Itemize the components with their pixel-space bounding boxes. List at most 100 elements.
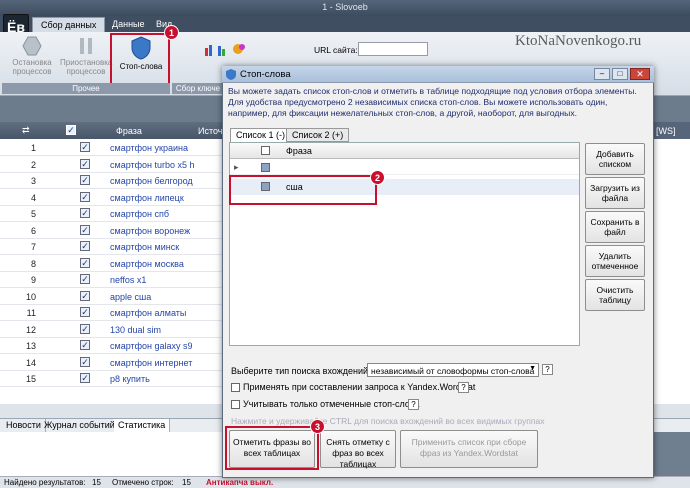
status-found-value: 15 — [92, 478, 101, 487]
step-badge-1: 1 — [164, 25, 179, 40]
apply-wordstat-checkbox[interactable] — [231, 383, 240, 392]
tab-event-log[interactable]: Журнал событий — [40, 419, 120, 432]
row-phrase[interactable]: смартфон спб — [110, 209, 169, 219]
table-row[interactable]: 11 ✓ смартфон алматы — [0, 305, 228, 321]
header-source[interactable]: Источ — [198, 126, 223, 136]
status-marked-value: 15 — [182, 478, 191, 487]
unmark-all-button[interactable]: Снять отметку с фраз во всех таблицах — [320, 430, 396, 469]
row-checkbox[interactable]: ✓ — [80, 373, 90, 383]
status-marked-label: Отмечено строк: — [112, 478, 174, 487]
table-row[interactable]: 4 ✓ смартфон липецк — [0, 190, 228, 206]
help-icon[interactable]: ? — [408, 399, 419, 410]
row-checkbox[interactable]: ✓ — [80, 307, 90, 317]
table-row[interactable]: 6 ✓ смартфон воронеж — [0, 223, 228, 239]
search-type-value: независимый от словоформы стоп-слова — [371, 366, 535, 376]
only-marked-label[interactable]: Учитывать только отмеченные стоп-слова — [243, 399, 420, 409]
new-row-checkbox[interactable] — [261, 163, 270, 172]
tab-dannye[interactable]: Данные — [104, 17, 153, 32]
row-checkbox[interactable]: ✓ — [80, 191, 90, 202]
table-row[interactable]: 8 ✓ смартфон москва — [0, 256, 228, 272]
step-badge-3: 3 — [310, 419, 325, 434]
grid-header: ⇄ ✓ Фраза Источ — [0, 122, 228, 139]
row-checkbox[interactable]: ✓ — [80, 241, 90, 251]
row-checkbox[interactable]: ✓ — [80, 224, 90, 235]
add-list-button[interactable]: Добавить списком — [585, 143, 645, 175]
row-phrase[interactable]: смартфон интернет — [110, 358, 192, 368]
help-icon[interactable]: ? — [458, 382, 469, 393]
table-row[interactable]: 3 ✓ смартфон белгород — [0, 173, 228, 189]
dialog-description: Вы можете задать список стоп-слов и отме… — [228, 86, 637, 118]
sort-icon[interactable]: ⇄ — [22, 125, 30, 136]
step-badge-2: 2 — [370, 170, 385, 185]
tab-statistics[interactable]: Статистика — [114, 419, 171, 432]
url-input[interactable] — [358, 42, 428, 56]
table-row[interactable]: 7 ✓ смартфон минск — [0, 239, 228, 255]
load-file-button[interactable]: Загрузить из файла — [585, 177, 645, 209]
help-icon[interactable]: ? — [542, 364, 553, 375]
tab-list-1[interactable]: Список 1 (-) — [230, 128, 291, 142]
table-row[interactable]: 13 ✓ смартфон galaxy s9 — [0, 338, 228, 354]
row-checkbox[interactable]: ✓ — [80, 257, 90, 268]
row-phrase[interactable]: р8 купить — [110, 374, 150, 384]
close-button[interactable]: ✕ — [630, 68, 650, 80]
table-row[interactable]: 2 ✓ смартфон turbo x5 h — [0, 157, 228, 173]
row-phrase[interactable]: смартфон алматы — [110, 308, 186, 318]
status-anticaptcha: Антикапча выкл. — [206, 478, 274, 487]
row-phrase[interactable]: смартфон минск — [110, 242, 179, 252]
apply-wordstat-label[interactable]: Применять при составлении запроса к Yand… — [243, 382, 475, 392]
row-checkbox[interactable]: ✓ — [80, 175, 90, 185]
pause-process-label: Приостановка процессов — [60, 58, 113, 76]
row-checkbox[interactable]: ✓ — [80, 356, 90, 367]
row-checkbox[interactable]: ✓ — [80, 142, 90, 152]
row-checkbox[interactable]: ✓ — [80, 208, 90, 218]
maximize-button[interactable]: □ — [612, 68, 628, 80]
row-checkbox[interactable]: ✓ — [80, 158, 90, 169]
log-area — [0, 432, 228, 476]
row-phrase[interactable]: смартфон воронеж — [110, 226, 190, 236]
tab-sbor-dannyh[interactable]: Сбор данных — [32, 17, 106, 32]
delete-marked-button[interactable]: Удалить отмеченное — [585, 245, 645, 277]
apply-wordstat-button[interactable]: Применить список при сборе фраз из Yande… — [400, 430, 538, 468]
row-phrase[interactable]: 130 dual sim — [110, 325, 161, 335]
pause-icon — [80, 38, 92, 54]
row-phrase[interactable]: смартфон galaxy s9 — [110, 341, 193, 351]
save-file-button[interactable]: Сохранить в файл — [585, 211, 645, 243]
stop-process-button[interactable]: Остановка процессов — [6, 36, 58, 76]
row-phrase[interactable]: смартфон липецк — [110, 193, 184, 203]
minimize-button[interactable]: – — [594, 68, 610, 80]
highlight-mark-button — [225, 426, 319, 470]
table-header-phrase[interactable]: Фраза — [286, 146, 312, 156]
row-number: 11 — [26, 308, 36, 318]
header-phrase[interactable]: Фраза — [116, 126, 142, 136]
row-checkbox[interactable]: ✓ — [80, 274, 90, 284]
only-marked-checkbox[interactable] — [231, 400, 240, 409]
table-row[interactable]: 5 ✓ смартфон спб — [0, 206, 228, 222]
select-all-checkbox[interactable]: ✓ — [66, 125, 76, 135]
row-checkbox[interactable]: ✓ — [80, 340, 90, 350]
row-number: 10 — [25, 291, 36, 302]
table-row[interactable]: 9 ✓ neffos x1 — [0, 272, 228, 288]
row-number: 12 — [25, 324, 36, 335]
row-phrase[interactable]: смартфон turbo x5 h — [110, 160, 195, 170]
search-type-select[interactable]: независимый от словоформы стоп-слова ▼ — [367, 363, 539, 377]
table-row[interactable]: 14 ✓ смартфон интернет — [0, 355, 228, 371]
row-phrase[interactable]: neffos x1 — [110, 275, 146, 285]
row-checkbox[interactable]: ✓ — [80, 290, 90, 301]
pause-process-button[interactable]: Приостановка процессов — [60, 36, 112, 76]
row-phrase[interactable]: apple сша — [110, 292, 151, 302]
row-phrase[interactable]: смартфон белгород — [110, 176, 193, 186]
tab-list-2[interactable]: Список 2 (+) — [286, 128, 350, 142]
new-row[interactable]: ▸ — [230, 161, 579, 175]
row-phrase[interactable]: смартфон украина — [110, 143, 188, 153]
table-row[interactable]: 1 ✓ смартфон украина — [0, 140, 228, 156]
row-checkbox[interactable]: ✓ — [80, 323, 90, 334]
header-checkbox[interactable] — [261, 146, 270, 155]
table-row[interactable]: 12 ✓ 130 dual sim — [0, 322, 228, 338]
clear-table-button[interactable]: Очистить таблицу — [585, 279, 645, 311]
table-row[interactable]: 10 ✓ apple сша — [0, 289, 228, 305]
chart-icons[interactable] — [204, 42, 245, 56]
table-row[interactable]: 15 ✓ р8 купить — [0, 371, 228, 387]
url-label: URL сайта: — [314, 45, 358, 55]
header-ws[interactable]: [WS] — [654, 122, 690, 139]
row-phrase[interactable]: смартфон москва — [110, 259, 184, 269]
